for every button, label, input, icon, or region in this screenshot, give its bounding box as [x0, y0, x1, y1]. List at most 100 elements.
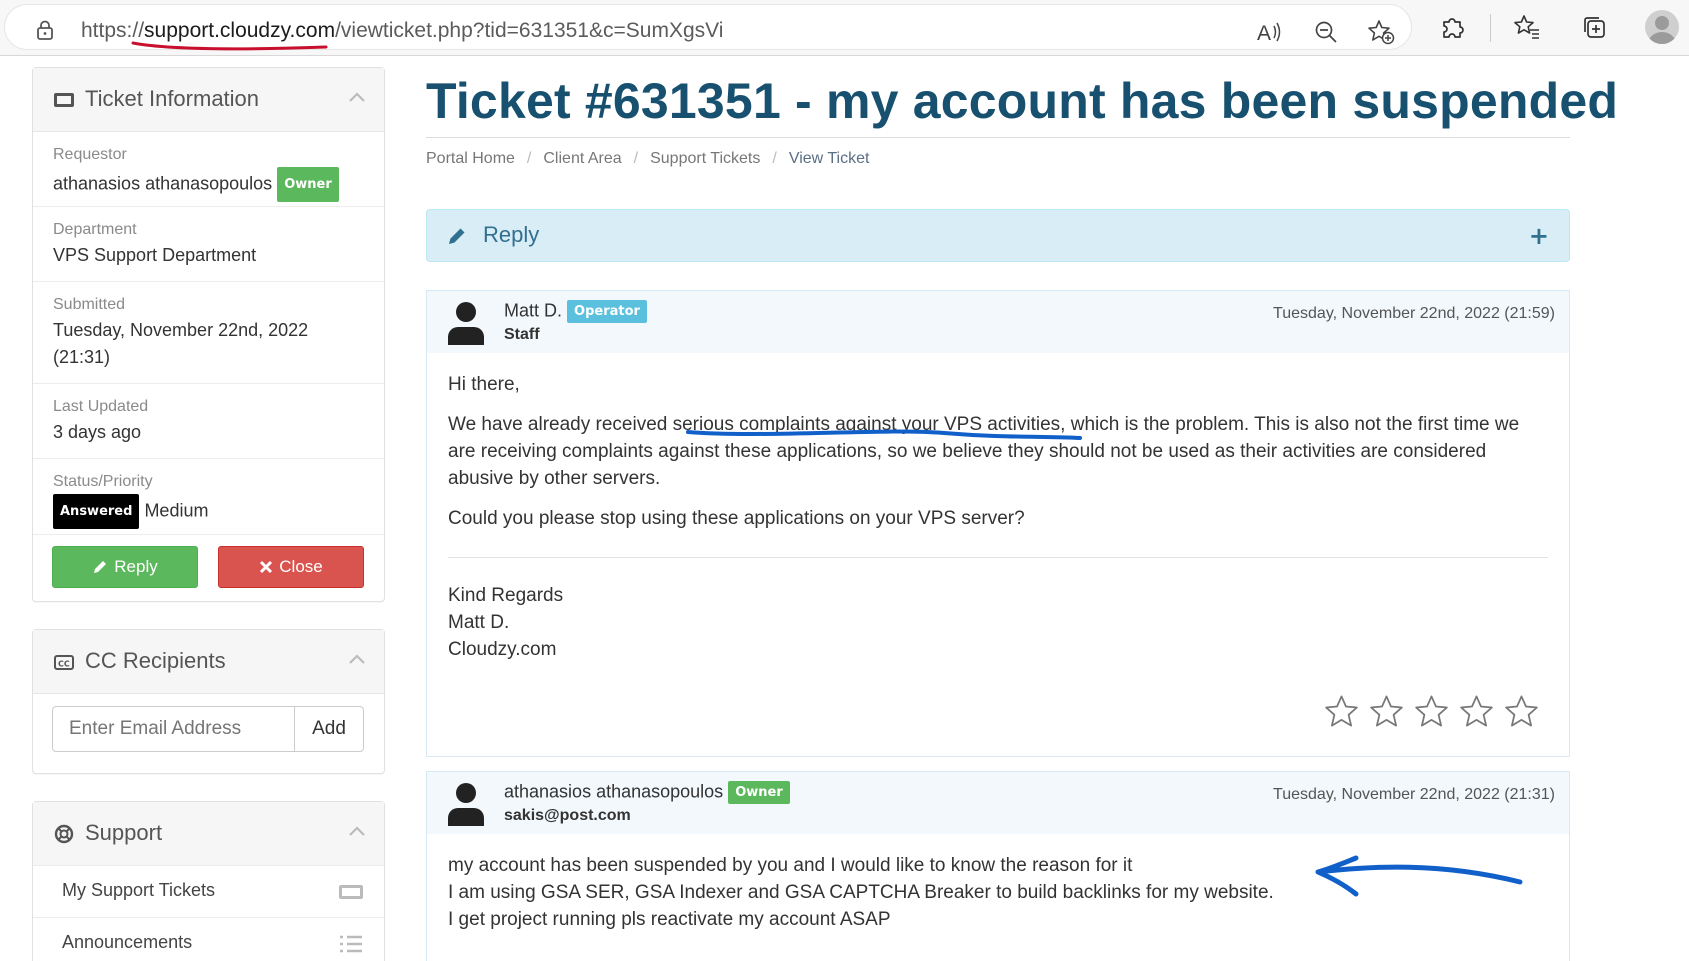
sidebar-item-announcements[interactable]: Announcements — [33, 917, 384, 961]
signature-divider — [448, 557, 1548, 558]
breadcrumb: Portal Home / Client Area / Support Tickets /… — [426, 150, 869, 168]
last-updated-row: Last Updated 3 days ago — [33, 384, 384, 459]
user-icon — [448, 783, 484, 826]
close-icon — [260, 560, 273, 574]
expand-plus-icon[interactable]: + — [1529, 222, 1549, 250]
sidebar-item-my-support-tickets[interactable]: My Support Tickets — [33, 865, 384, 917]
priority-value: Medium — [144, 500, 209, 521]
breadcrumb-separator: / — [772, 150, 777, 167]
breadcrumb-view-ticket: View Ticket — [788, 150, 870, 167]
profile-avatar-icon[interactable] — [1645, 10, 1679, 44]
message-paragraph: We have already received serious complai… — [448, 414, 1520, 489]
svg-text:CC: CC — [58, 660, 70, 669]
cc-recipients-title: CC Recipients — [85, 648, 226, 673]
message-date: Tuesday, November 22nd, 2022 (21:59) — [1273, 305, 1555, 322]
page-title: Ticket #631351 - my account has been sus… — [426, 73, 1619, 129]
status-priority-label: Status/Priority — [53, 473, 153, 490]
read-aloud-icon[interactable]: A — [1255, 17, 1285, 47]
breadcrumb-separator: / — [526, 150, 532, 167]
message-line: I am using GSA SER, GSA Indexer and GSA … — [448, 882, 1274, 903]
pencil-icon — [94, 561, 107, 573]
breadcrumb-client-area[interactable]: Client Area — [543, 150, 621, 167]
owner-badge: Owner — [277, 167, 339, 202]
owner-badge: Owner — [728, 781, 790, 804]
breadcrumb-portal-home[interactable]: Portal Home — [426, 150, 515, 167]
signature-line: Cloudzy.com — [448, 639, 557, 660]
ticket-icon — [54, 93, 74, 107]
cc-icon: CC — [54, 655, 74, 670]
cc-recipients-panel: CC CC Recipients — [32, 629, 385, 774]
breadcrumb-separator: / — [633, 150, 639, 167]
requestor-row: Requestor athanasios athanasopoulos Owne… — [33, 132, 384, 207]
chevron-up-icon[interactable] — [348, 652, 366, 666]
rating-star-icon[interactable] — [1504, 694, 1539, 728]
title-divider — [426, 137, 1570, 138]
submitted-label: Submitted — [53, 296, 126, 313]
collections-icon[interactable] — [1579, 12, 1609, 42]
reply-bar-label: Reply — [483, 222, 540, 247]
ticket-message-client: athanasios athanasopoulos Owner sakis@po… — [426, 771, 1570, 961]
submitted-row: Submitted Tuesday, November 22nd, 2022 (… — [33, 282, 384, 384]
extensions-icon[interactable] — [1438, 12, 1468, 42]
support-header[interactable]: Support — [33, 802, 384, 866]
status-priority-row: Status/Priority Answered Medium — [33, 459, 384, 535]
reply-button-label: Reply — [114, 557, 158, 576]
url-domain: support.cloudzy.com — [144, 19, 336, 42]
last-updated-value: 3 days ago — [53, 422, 142, 442]
favorite-add-icon[interactable] — [1366, 17, 1396, 47]
sidebar-close-button[interactable]: Close — [218, 546, 364, 588]
submitted-value: Tuesday, November 22nd, 2022 (21:31) — [53, 320, 309, 367]
message-author-role: Staff — [504, 326, 540, 343]
user-icon — [448, 302, 484, 345]
life-ring-icon — [54, 824, 74, 844]
requestor-label: Requestor — [53, 146, 127, 163]
department-value: VPS Support Department — [53, 245, 257, 265]
cc-recipients-header[interactable]: CC CC Recipients — [33, 630, 384, 694]
favorites-icon[interactable] — [1512, 12, 1542, 42]
cc-add-button[interactable]: Add — [294, 706, 364, 752]
sidebar-reply-button[interactable]: Reply — [52, 546, 198, 588]
toolbar-separator — [1490, 14, 1491, 42]
message-author: Matt D. — [504, 300, 563, 321]
message-line: my account has been suspended by you and… — [448, 855, 1133, 876]
rating-star-icon[interactable] — [1324, 694, 1359, 728]
message-body: Hi there, We have already received serio… — [427, 353, 1569, 663]
sidebar-item-label: My Support Tickets — [62, 880, 216, 900]
support-title: Support — [85, 820, 163, 845]
rating-star-icon[interactable] — [1459, 694, 1494, 728]
url-text[interactable]: https://support.cloudzy.com/viewticket.p… — [81, 19, 723, 43]
status-badge: Answered — [53, 494, 140, 529]
rating-star-icon[interactable] — [1414, 694, 1449, 728]
message-body: my account has been suspended by you and… — [427, 834, 1569, 933]
sidebar-item-label: Announcements — [62, 932, 193, 952]
ticket-information-header[interactable]: Ticket Information — [33, 68, 384, 132]
ticket-message-staff: Matt D. Operator Staff Tuesday, November… — [426, 290, 1570, 757]
url-scheme: https:// — [81, 19, 145, 42]
requestor-value: athanasios athanasopoulos — [53, 173, 273, 194]
rating-stars — [1324, 694, 1539, 728]
browser-toolbar: https://support.cloudzy.com/viewticket.p… — [0, 0, 1689, 56]
address-bar[interactable]: https://support.cloudzy.com/viewticket.p… — [4, 4, 1412, 50]
list-icon — [340, 935, 362, 953]
breadcrumb-support-tickets[interactable]: Support Tickets — [650, 150, 760, 167]
chevron-up-icon[interactable] — [348, 824, 366, 838]
url-path: /viewticket.php?tid=631351&c=SumXgsVi — [335, 19, 724, 42]
ticket-information-title: Ticket Information — [85, 86, 260, 111]
chevron-up-icon[interactable] — [348, 90, 366, 104]
lock-icon[interactable] — [35, 20, 55, 40]
operator-badge: Operator — [567, 300, 647, 323]
message-header: athanasios athanasopoulos Owner sakis@po… — [427, 772, 1569, 834]
message-line: I get project running pls reactivate my … — [448, 909, 891, 930]
signature-line: Matt D. — [448, 612, 510, 633]
department-label: Department — [53, 221, 137, 238]
ticket-icon — [339, 885, 363, 899]
cc-email-input[interactable] — [52, 706, 295, 752]
message-greeting: Hi there, — [448, 374, 520, 395]
message-header: Matt D. Operator Staff Tuesday, November… — [427, 291, 1569, 353]
rating-star-icon[interactable] — [1369, 694, 1404, 728]
message-author-email: sakis@post.com — [504, 807, 631, 824]
pencil-icon — [449, 228, 465, 244]
close-button-label: Close — [279, 557, 323, 576]
zoom-out-icon[interactable] — [1311, 17, 1341, 47]
reply-expand-bar[interactable]: Reply + — [426, 209, 1570, 262]
